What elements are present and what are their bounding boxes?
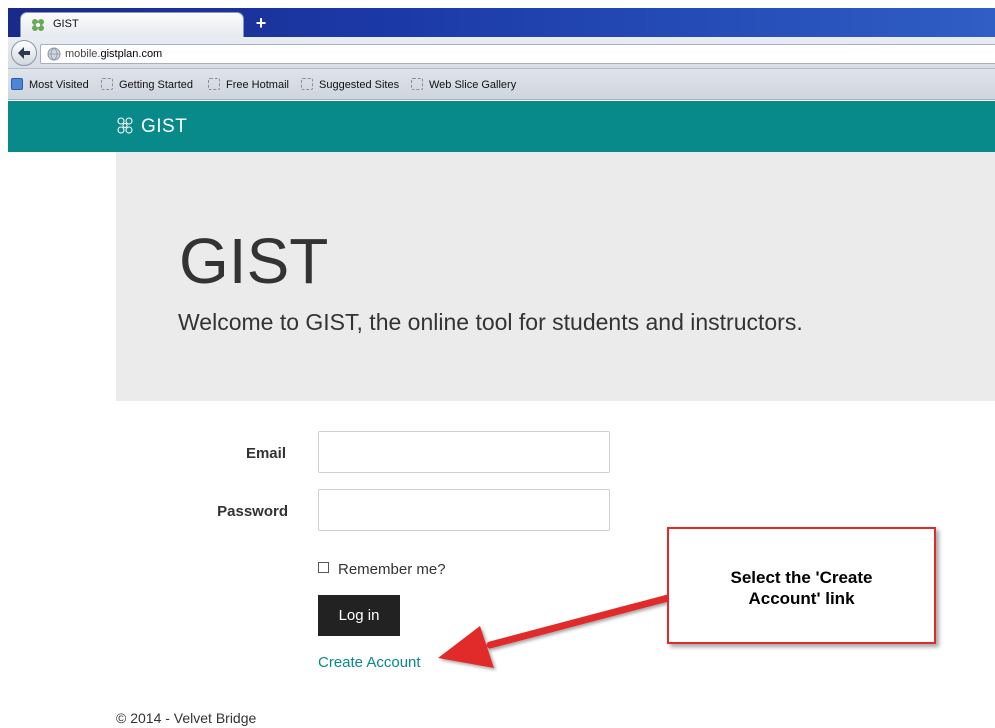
hero-banner: GIST Welcome to GIST, the online tool fo… bbox=[116, 152, 995, 401]
create-account-link[interactable]: Create Account bbox=[318, 654, 421, 671]
bookmark-free-hotmail[interactable]: Free Hotmail bbox=[208, 78, 289, 91]
address-bar[interactable]: mobile.gistplan.com bbox=[40, 44, 995, 64]
email-label: Email bbox=[245, 445, 286, 462]
bookmark-most-visited[interactable]: Most Visited bbox=[11, 78, 89, 91]
gist-logo-icon bbox=[117, 117, 133, 134]
bookmark-label: Suggested Sites bbox=[319, 79, 400, 91]
page-icon bbox=[411, 78, 423, 90]
password-field[interactable] bbox=[318, 489, 610, 531]
remember-me-label: Remember me? bbox=[338, 561, 446, 578]
url-domain: gistplan.com bbox=[100, 48, 163, 60]
annotation-callout: Select the 'Create Account' link bbox=[667, 527, 936, 644]
remember-me-checkbox[interactable] bbox=[318, 562, 329, 573]
page-icon bbox=[301, 78, 313, 90]
footer-copyright: © 2014 - Velvet Bridge bbox=[116, 710, 257, 726]
brand-text: GIST bbox=[141, 116, 188, 137]
hero-title: GIST bbox=[179, 225, 329, 297]
annotation-line-1: Select the 'Create bbox=[730, 568, 873, 587]
browser-tab-strip: GIST + bbox=[8, 8, 995, 37]
page-icon bbox=[101, 78, 113, 90]
url-text: mobile.gistplan.com bbox=[65, 48, 162, 60]
page-icon bbox=[208, 78, 220, 90]
browser-navigation-bar: mobile.gistplan.com bbox=[8, 37, 995, 69]
bookmark-suggested-sites[interactable]: Suggested Sites bbox=[301, 78, 399, 91]
password-label: Password bbox=[217, 503, 288, 520]
bookmark-label: Web Slice Gallery bbox=[429, 79, 517, 91]
bookmark-web-slice-gallery[interactable]: Web Slice Gallery bbox=[411, 78, 516, 91]
bookmark-label: Free Hotmail bbox=[226, 79, 289, 91]
url-prefix: mobile. bbox=[65, 48, 101, 60]
log-in-button[interactable]: Log in bbox=[318, 595, 400, 636]
annotation-text: Select the 'Create Account' link bbox=[669, 567, 934, 609]
bookmark-folder-icon bbox=[11, 78, 23, 90]
bookmarks-bar: Most Visited Getting Started Free Hotmai… bbox=[8, 69, 995, 100]
back-button[interactable] bbox=[11, 40, 37, 66]
bookmark-label: Most Visited bbox=[29, 79, 89, 91]
hero-lead-text: Welcome to GIST, the online tool for stu… bbox=[178, 309, 803, 335]
browser-tab[interactable]: GIST bbox=[20, 12, 244, 37]
bookmark-label: Getting Started bbox=[119, 79, 193, 91]
remember-me: Remember me? bbox=[318, 561, 446, 578]
bookmark-getting-started[interactable]: Getting Started bbox=[101, 78, 193, 91]
new-tab-button[interactable]: + bbox=[248, 12, 274, 34]
back-arrow-icon bbox=[18, 47, 30, 59]
site-header: GIST bbox=[8, 101, 995, 152]
tab-title: GIST bbox=[53, 18, 79, 30]
brand-link[interactable]: GIST bbox=[116, 116, 187, 138]
globe-icon bbox=[47, 47, 61, 61]
gist-favicon-icon bbox=[32, 19, 44, 31]
annotation-line-2: Account' link bbox=[748, 589, 855, 608]
email-field[interactable] bbox=[318, 431, 610, 473]
